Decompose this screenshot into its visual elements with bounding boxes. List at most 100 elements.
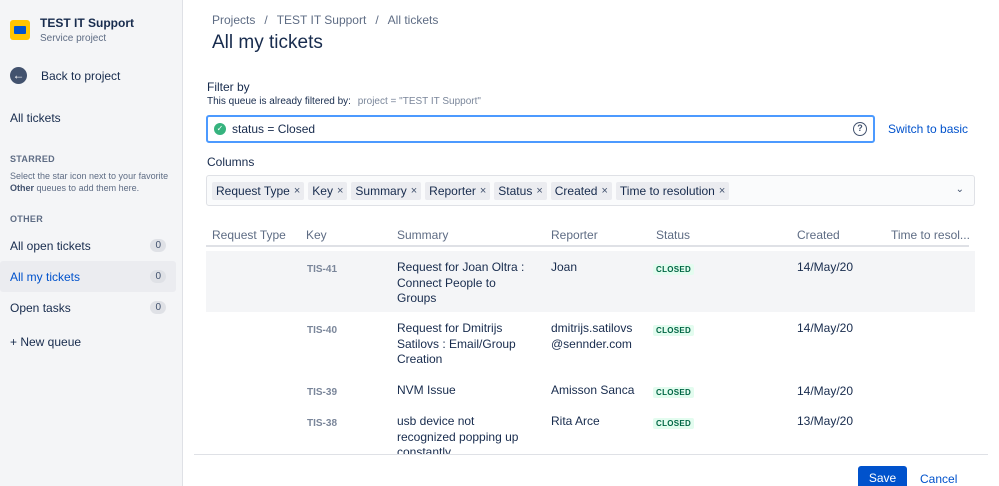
table-row[interactable]: TIS-39 NVM Issue Amisson Sanca CLOSED 14…	[206, 375, 975, 405]
chevron-down-icon[interactable]: ⌄	[956, 184, 964, 195]
jql-search-field[interactable]: ✓ status = Closed ?	[206, 115, 875, 143]
header-summary[interactable]: Summary	[397, 228, 448, 242]
queue-all-open-tickets[interactable]: All open tickets 0	[0, 230, 176, 261]
queue-count: 0	[150, 239, 166, 252]
ticket-status: CLOSED	[653, 261, 695, 278]
summary-line: Groups	[397, 291, 437, 305]
ticket-reporter: Amisson Sanca	[551, 383, 634, 399]
ticket-status: CLOSED	[653, 384, 695, 401]
project-type: Service project	[40, 33, 107, 44]
column-chip[interactable]: Time to resolution ×	[615, 181, 730, 200]
header-reporter[interactable]: Reporter	[551, 228, 598, 242]
remove-icon[interactable]: ×	[601, 185, 607, 197]
column-chip[interactable]: Key ×	[308, 181, 348, 200]
save-button[interactable]: Save	[858, 466, 907, 486]
ticket-key[interactable]: TIS-39	[307, 385, 337, 401]
queue-count: 0	[150, 270, 166, 283]
sidebar: TEST IT Support Service project ← Back t…	[0, 0, 183, 486]
breadcrumb-separator: /	[375, 13, 379, 27]
all-tickets-link[interactable]: All tickets	[10, 111, 61, 125]
column-chip-label: Reporter	[429, 183, 476, 198]
queue-label: All open tickets	[10, 238, 91, 253]
column-chip-label: Created	[554, 183, 598, 198]
summary-line: Connect People to	[397, 275, 496, 290]
columns-picker[interactable]: Request Type × Key × Summary × Reporter × St…	[206, 175, 975, 206]
column-chip[interactable]: Status ×	[494, 181, 547, 200]
status-badge: CLOSED	[653, 264, 695, 275]
remove-icon[interactable]: ×	[480, 185, 486, 197]
column-chip[interactable]: Created ×	[550, 181, 612, 200]
starred-help-line2: queues to add them here.	[36, 183, 140, 193]
breadcrumb-projects[interactable]: Projects	[212, 13, 255, 27]
ticket-reporter: Rita Arce	[551, 414, 600, 430]
ticket-status: CLOSED	[653, 415, 695, 432]
ticket-summary[interactable]: NVM Issue	[397, 383, 456, 399]
breadcrumb-separator: /	[264, 13, 268, 27]
ticket-created: 14/May/20	[797, 384, 854, 398]
ticket-key[interactable]: TIS-38	[307, 416, 337, 432]
queue-all-my-tickets[interactable]: All my tickets 0	[0, 261, 176, 292]
remove-icon[interactable]: ×	[411, 185, 417, 197]
table-row[interactable]: TIS-40 Request for Dmitrijs Satilovs : E…	[206, 313, 975, 374]
new-queue-button[interactable]: + New queue	[10, 335, 81, 349]
column-chip[interactable]: Request Type ×	[212, 181, 305, 200]
header-created[interactable]: Created	[797, 228, 840, 242]
jql-input[interactable]: status = Closed	[232, 122, 853, 136]
column-chip[interactable]: Summary ×	[351, 181, 422, 200]
summary-line: Request for Dmitrijs	[397, 321, 503, 335]
header-status[interactable]: Status	[656, 228, 690, 242]
filter-label: Filter by	[207, 80, 250, 94]
project-header[interactable]: TEST IT Support Service project	[10, 16, 134, 44]
columns-label: Columns	[207, 155, 255, 169]
other-heading: OTHER	[10, 214, 43, 224]
switch-to-basic-link[interactable]: Switch to basic	[888, 122, 968, 136]
cancel-button[interactable]: Cancel	[920, 472, 957, 486]
starred-help-text: Select the star icon next to your favori…	[10, 170, 176, 194]
ticket-created: 14/May/20	[797, 321, 854, 335]
ticket-reporter: Joan	[551, 260, 577, 276]
table-row[interactable]: TIS-38 usb device not recognized popping…	[206, 406, 975, 454]
queue-open-tasks[interactable]: Open tasks 0	[0, 292, 176, 323]
breadcrumb-all-tickets[interactable]: All tickets	[388, 13, 439, 27]
back-to-project-link[interactable]: ← Back to project	[10, 67, 120, 84]
breadcrumb: Projects / TEST IT Support / All tickets	[212, 13, 438, 27]
status-badge: CLOSED	[653, 387, 695, 398]
column-chip-label: Summary	[355, 183, 407, 198]
prefilter-text: This queue is already filtered by:	[207, 96, 351, 107]
back-to-project-label: Back to project	[41, 68, 121, 83]
column-chip-label: Status	[498, 183, 533, 198]
header-request-type[interactable]: Request Type	[212, 228, 286, 242]
reporter-line: @sennder.com	[551, 336, 632, 351]
summary-line: NVM Issue	[397, 383, 456, 397]
table-row[interactable]: TIS-41 Request for Joan Oltra : Connect …	[206, 251, 975, 312]
prefilter-code: project = "TEST IT Support"	[357, 96, 481, 107]
ticket-summary[interactable]: usb device not recognized popping up con…	[397, 414, 518, 454]
ticket-summary[interactable]: Request for Dmitrijs Satilovs : Email/Gr…	[397, 321, 516, 368]
remove-icon[interactable]: ×	[337, 185, 343, 197]
header-time-to-resolution[interactable]: Time to resol...	[891, 228, 970, 242]
prefilter-note: This queue is already filtered by: proje…	[207, 96, 481, 107]
status-badge: CLOSED	[653, 325, 695, 336]
project-avatar-icon	[10, 20, 30, 40]
header-key[interactable]: Key	[306, 228, 327, 242]
queue-label: All my tickets	[10, 269, 81, 284]
summary-line: Request for Joan Oltra :	[397, 260, 525, 274]
queue-count: 0	[150, 301, 166, 314]
ticket-key[interactable]: TIS-41	[307, 262, 337, 278]
column-chip-label: Key	[312, 183, 333, 198]
breadcrumb-project[interactable]: TEST IT Support	[277, 13, 367, 27]
column-chip[interactable]: Reporter ×	[425, 181, 491, 200]
ticket-created: 13/May/20	[797, 414, 854, 428]
ticket-summary[interactable]: Request for Joan Oltra : Connect People …	[397, 260, 524, 307]
remove-icon[interactable]: ×	[536, 185, 542, 197]
remove-icon[interactable]: ×	[719, 185, 725, 197]
help-icon[interactable]: ?	[853, 122, 867, 136]
ticket-key[interactable]: TIS-40	[307, 323, 337, 339]
remove-icon[interactable]: ×	[294, 185, 300, 197]
table-header: Request Type Key Summary Reporter Status…	[206, 226, 970, 247]
column-chip-label: Time to resolution	[619, 183, 715, 198]
status-badge: CLOSED	[653, 418, 695, 429]
project-name: TEST IT Support	[40, 16, 134, 30]
summary-line: usb device not	[397, 414, 475, 428]
column-chip-label: Request Type	[216, 183, 290, 198]
